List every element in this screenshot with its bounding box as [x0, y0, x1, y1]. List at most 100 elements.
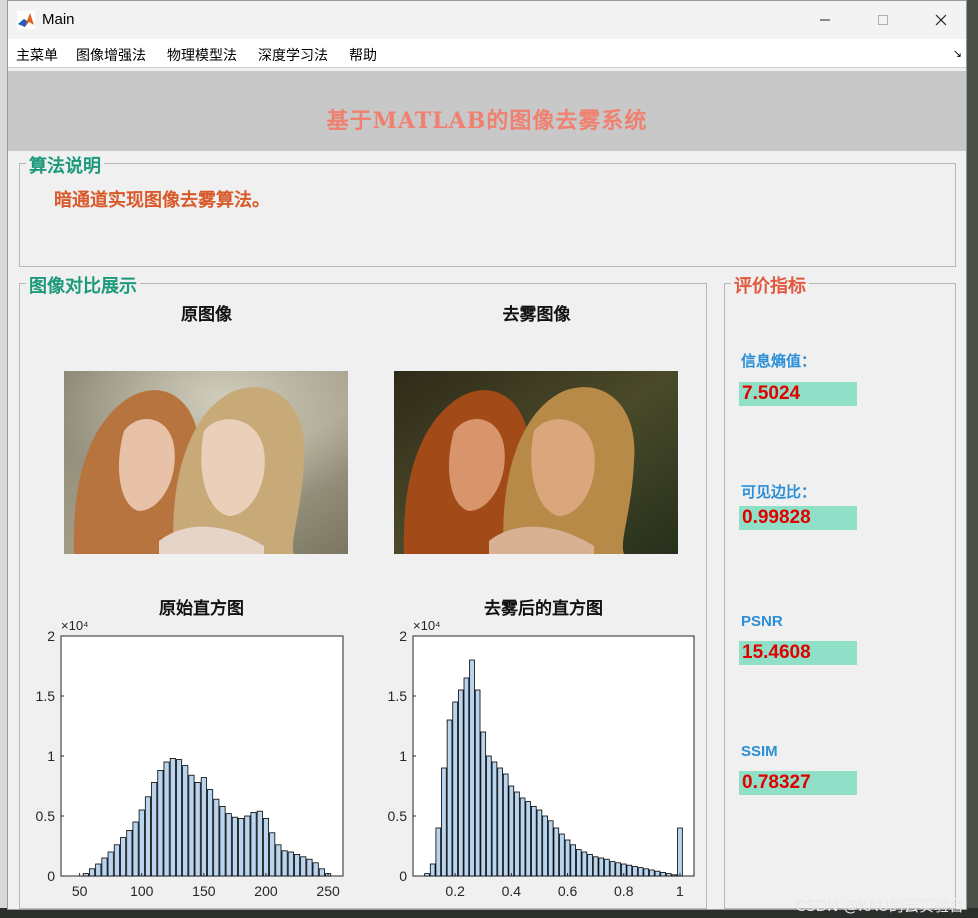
histogram-bar [182, 765, 189, 877]
x-tick-label: 100 [130, 883, 154, 899]
comparison-panel: 图像对比展示 原图像 去雾图像 原始直方图 去雾后的直方图 50 100 150… [19, 272, 707, 910]
menu-physical-model[interactable]: 物理模型法 [167, 45, 237, 65]
original-image [64, 371, 348, 554]
close-icon [935, 14, 947, 26]
histogram-bar [157, 769, 164, 877]
menu-dock-icon[interactable]: ↘ [953, 47, 962, 60]
histogram-bar [89, 868, 96, 877]
histogram-bar [318, 868, 325, 877]
x-tick-label: 50 [72, 883, 88, 899]
y-tick-label: 1 [399, 748, 407, 764]
original-image-caption: 原图像 [181, 305, 232, 325]
metric-psnr-value: 15.4608 [739, 641, 857, 665]
histogram-bar [163, 761, 170, 877]
histogram-bar [626, 864, 633, 877]
histogram-bar [101, 857, 108, 877]
histogram-bar [654, 870, 661, 877]
histogram-bar [508, 785, 515, 877]
histogram-bar [446, 719, 453, 877]
histogram-bar [559, 833, 565, 877]
background-right-edge [966, 0, 978, 918]
histogram-bar [126, 829, 133, 877]
metric-visible-edge-label: 可见边比： [741, 483, 817, 501]
histogram-bar [120, 837, 127, 877]
histogram-bar [107, 851, 114, 877]
window-title: Main [42, 11, 75, 28]
histogram-bar [293, 853, 301, 877]
title-bar[interactable]: Main [8, 1, 966, 39]
x-tick-label: 150 [192, 883, 216, 899]
menu-image-enhancement[interactable]: 图像增强法 [76, 45, 146, 65]
histogram-bar [194, 781, 201, 877]
histogram-bar [474, 689, 481, 877]
histogram-bar [435, 827, 442, 877]
histogram-bar [514, 791, 520, 877]
x-tick-label: 0.8 [614, 883, 634, 899]
histogram-bar [486, 755, 492, 877]
histogram-bar [175, 759, 183, 877]
histogram-bar [570, 844, 576, 877]
histogram-bar [502, 773, 509, 877]
histogram-bar [632, 865, 638, 877]
y-tick-label: 1 [47, 748, 55, 764]
histogram-bar [547, 820, 554, 877]
banner-title: 基于MATLAB的图像去雾系统 [326, 108, 648, 134]
histogram-bar [287, 851, 294, 877]
histogram-bar [665, 873, 672, 877]
histogram-bar [452, 701, 458, 877]
minimize-button[interactable] [796, 1, 854, 39]
y-tick-label: 0.5 [388, 808, 408, 824]
histogram-bar [643, 868, 650, 877]
histogram-original: 50 100 150 200 250 0 0.5 1 1.5 2 ×10⁴ [20, 612, 360, 910]
histogram-bar [82, 873, 89, 877]
histogram-bar [519, 797, 526, 877]
histogram-bar [497, 767, 503, 877]
main-window: Main 主菜单 图像增强法 物理模型法 深度学习法 帮助 ↘ 基于MATLAB… [7, 0, 967, 910]
histogram-bar [269, 832, 276, 877]
histogram-bar [564, 839, 571, 877]
metric-ssim-label: SSIM [741, 743, 778, 760]
histogram-bar [219, 805, 226, 877]
histogram-bar [575, 849, 582, 877]
y-tick-label: 0.5 [36, 808, 56, 824]
histogram-bar [238, 817, 245, 877]
histogram-bar [553, 827, 560, 877]
y-exponent-label: ×10⁴ [61, 618, 89, 633]
menu-main[interactable]: 主菜单 [16, 45, 58, 65]
histogram-bar [587, 853, 593, 877]
close-button[interactable] [912, 1, 970, 39]
x-tick-label: 0.6 [558, 883, 578, 899]
x-tick-label: 250 [316, 883, 340, 899]
histogram-bar [244, 815, 251, 877]
y-tick-label: 2 [47, 628, 55, 644]
histogram-bar [677, 827, 683, 877]
histogram-bar [188, 774, 195, 877]
y-tick-label: 1.5 [36, 688, 56, 704]
metric-entropy-value: 7.5024 [739, 382, 857, 406]
algorithm-description: 暗通道实现图像去雾算法。 [54, 190, 270, 211]
histogram-bar [604, 858, 610, 877]
histogram-bar [300, 856, 307, 877]
menu-help[interactable]: 帮助 [349, 45, 377, 65]
y-tick-label: 0 [47, 868, 55, 884]
histogram-bar [95, 863, 102, 877]
metric-entropy-label: 信息熵值： [741, 352, 817, 370]
histogram-bar [491, 761, 498, 877]
y-tick-label: 2 [399, 628, 407, 644]
histogram-bar [660, 871, 666, 877]
histogram-bar [250, 811, 257, 877]
dehazed-image-caption: 去雾图像 [502, 305, 571, 325]
x-tick-label: 1 [676, 883, 684, 899]
menu-deep-learning[interactable]: 深度学习法 [258, 45, 328, 65]
histogram-bar [312, 862, 319, 877]
algorithm-panel-title: 算法说明 [26, 152, 104, 178]
histogram-bar [151, 781, 158, 877]
histogram-bar [542, 815, 548, 877]
histogram-bar [138, 809, 145, 877]
maximize-button[interactable] [854, 1, 912, 39]
dehazed-image [394, 371, 678, 554]
menu-bar: 主菜单 图像增强法 物理模型法 深度学习法 帮助 ↘ [8, 39, 966, 68]
histogram-bar [671, 874, 678, 877]
histogram-bar [598, 857, 605, 877]
x-tick-label: 0.4 [502, 883, 522, 899]
